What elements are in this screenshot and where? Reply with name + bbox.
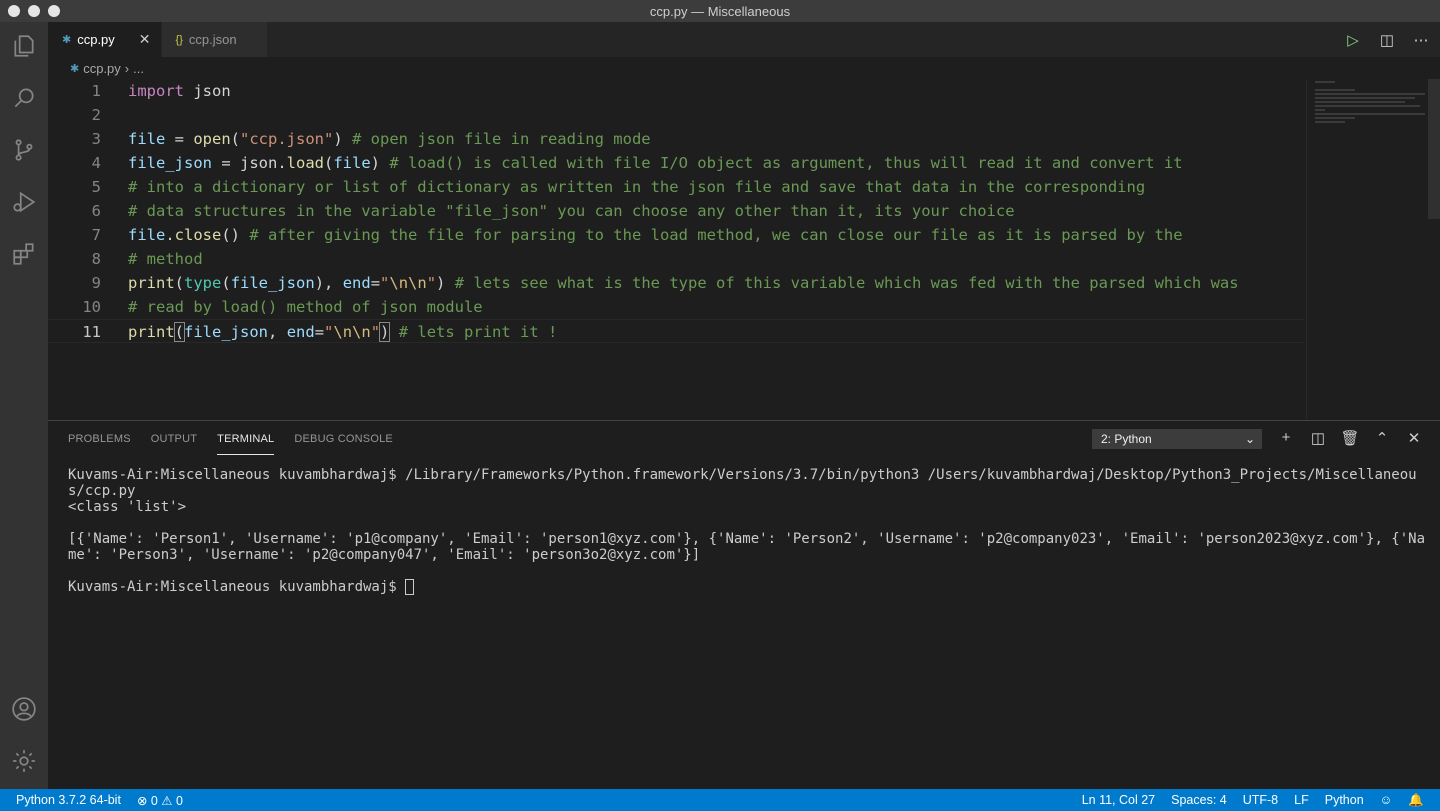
accounts-icon[interactable] [0,685,48,733]
more-actions-icon[interactable]: ⋯ [1412,31,1430,49]
code-line: 6 # data structures in the variable "file… [91,202,1015,220]
minimize-window-button[interactable] [28,5,40,17]
title-bar: ccp.py — Miscellaneous [0,0,1440,22]
breadcrumb-file[interactable]: ccp.py [83,61,121,76]
breadcrumb-separator: › [124,60,130,76]
settings-gear-icon[interactable] [0,737,48,785]
tab-debug-console[interactable]: DEBUG CONSOLE [294,421,393,457]
cursor-position[interactable]: Ln 11, Col 27 [1082,793,1155,807]
indentation[interactable]: Spaces: 4 [1171,793,1227,807]
terminal-prompt-line: Kuvams-Air:Miscellaneous kuvambhardwaj$ [68,579,1428,595]
editor-actions: ▷ ◫ ⋯ [1344,22,1430,57]
terminal-select[interactable]: 2: Python ⌄ [1092,429,1262,449]
chevron-down-icon: ⌄ [1244,432,1255,446]
end-of-line[interactable]: LF [1294,793,1309,807]
feedback-icon[interactable]: ☺ [1380,793,1393,807]
code-line: 1 import json [91,82,231,100]
editor-scrollbar[interactable] [1428,79,1440,219]
code-line: 7 file.close() # after giving the file fo… [91,226,1183,244]
code-editor[interactable]: 1 import json 2 3 file = open("ccp.json") … [48,79,1306,419]
status-bar: Python 3.7.2 64-bit ⊗ 0 ⚠ 0 Ln 11, Col 2… [0,789,1440,811]
terminal-prompt: Kuvams-Air:Miscellaneous kuvambhardwaj$ [68,579,406,595]
tab-ccp-py[interactable]: ✱ ccp.py ✕ [48,22,162,57]
panel-tabs: PROBLEMS OUTPUT TERMINAL DEBUG CONSOLE [68,421,393,457]
code-line: 3 file = open("ccp.json") # open json fil… [91,130,651,148]
tab-label: ccp.json [188,32,237,47]
minimap[interactable] [1306,79,1428,419]
explorer-icon[interactable] [0,22,48,70]
maximize-panel-icon[interactable]: ⌃ [1372,429,1392,447]
vscode-window: ccp.py — Miscellaneous ✱ ccp.py ✕ {} ccp… [0,0,1440,811]
extensions-icon[interactable] [0,230,48,278]
maximize-window-button[interactable] [48,5,60,17]
split-editor-icon[interactable]: ◫ [1378,31,1396,49]
search-icon[interactable] [0,74,48,122]
terminal-output[interactable]: Kuvams-Air:Miscellaneous kuvambhardwaj$ … [68,467,1428,595]
breadcrumb: ✱ ccp.py › ... [48,57,1440,79]
terminal-select-value: 2: Python [1101,432,1152,446]
problems-count[interactable]: ⊗ 0 ⚠ 0 [137,793,183,808]
close-tab-icon[interactable]: ✕ [139,31,151,48]
run-file-icon[interactable]: ▷ [1344,31,1362,49]
kill-terminal-icon[interactable]: 🗑 [1340,429,1360,447]
notifications-bell-icon[interactable]: 🔔 [1408,793,1424,808]
json-file-icon: {} [175,33,183,46]
language-mode[interactable]: Python [1325,793,1364,807]
split-terminal-icon[interactable]: ◫ [1308,429,1328,447]
tab-ccp-json[interactable]: {} ccp.json [161,22,268,57]
code-line: 2 [91,106,101,124]
bottom-panel: PROBLEMS OUTPUT TERMINAL DEBUG CONSOLE 2… [48,420,1440,789]
window-controls [8,5,60,17]
tab-label: ccp.py [77,32,115,47]
editor-tabs: ✱ ccp.py ✕ {} ccp.json [48,22,1440,57]
close-panel-icon[interactable]: ✕ [1404,429,1424,447]
tab-output[interactable]: OUTPUT [151,421,197,457]
terminal-line: Kuvams-Air:Miscellaneous kuvambhardwaj$ … [68,467,1417,499]
python-interpreter[interactable]: Python 3.7.2 64-bit [16,793,121,808]
panel-actions: + ◫ 🗑 ⌃ ✕ [1276,429,1424,447]
tab-problems[interactable]: PROBLEMS [68,421,131,457]
tab-terminal[interactable]: TERMINAL [217,421,275,455]
window-title: ccp.py — Miscellaneous [649,3,791,19]
close-window-button[interactable] [8,5,20,17]
encoding[interactable]: UTF-8 [1243,793,1278,807]
new-terminal-icon[interactable]: + [1276,429,1296,447]
code-line: 9 print(type(file_json), end="\n\n") # le… [91,274,1239,292]
breadcrumb-more[interactable]: ... [133,61,144,76]
terminal-line: <class 'list'> [68,499,187,515]
run-debug-icon[interactable] [0,178,48,226]
python-file-icon: ✱ [62,34,72,46]
terminal-cursor [405,579,415,595]
code-line: 5 # into a dictionary or list of dictiona… [91,178,1146,196]
code-line: 8 # method [91,250,203,268]
source-control-icon[interactable] [0,126,48,174]
python-file-icon: ✱ [70,62,80,75]
code-line: 10 # read by load() method of json module [82,298,483,316]
activity-bar [0,22,48,789]
code-line-current: 11 print(file_json, end="\n\n") # lets pr… [48,319,1304,343]
terminal-line: [{'Name': 'Person1', 'Username': 'p1@com… [68,531,1426,563]
code-line: 4 file_json = json.load(file) # load() is… [91,154,1183,172]
